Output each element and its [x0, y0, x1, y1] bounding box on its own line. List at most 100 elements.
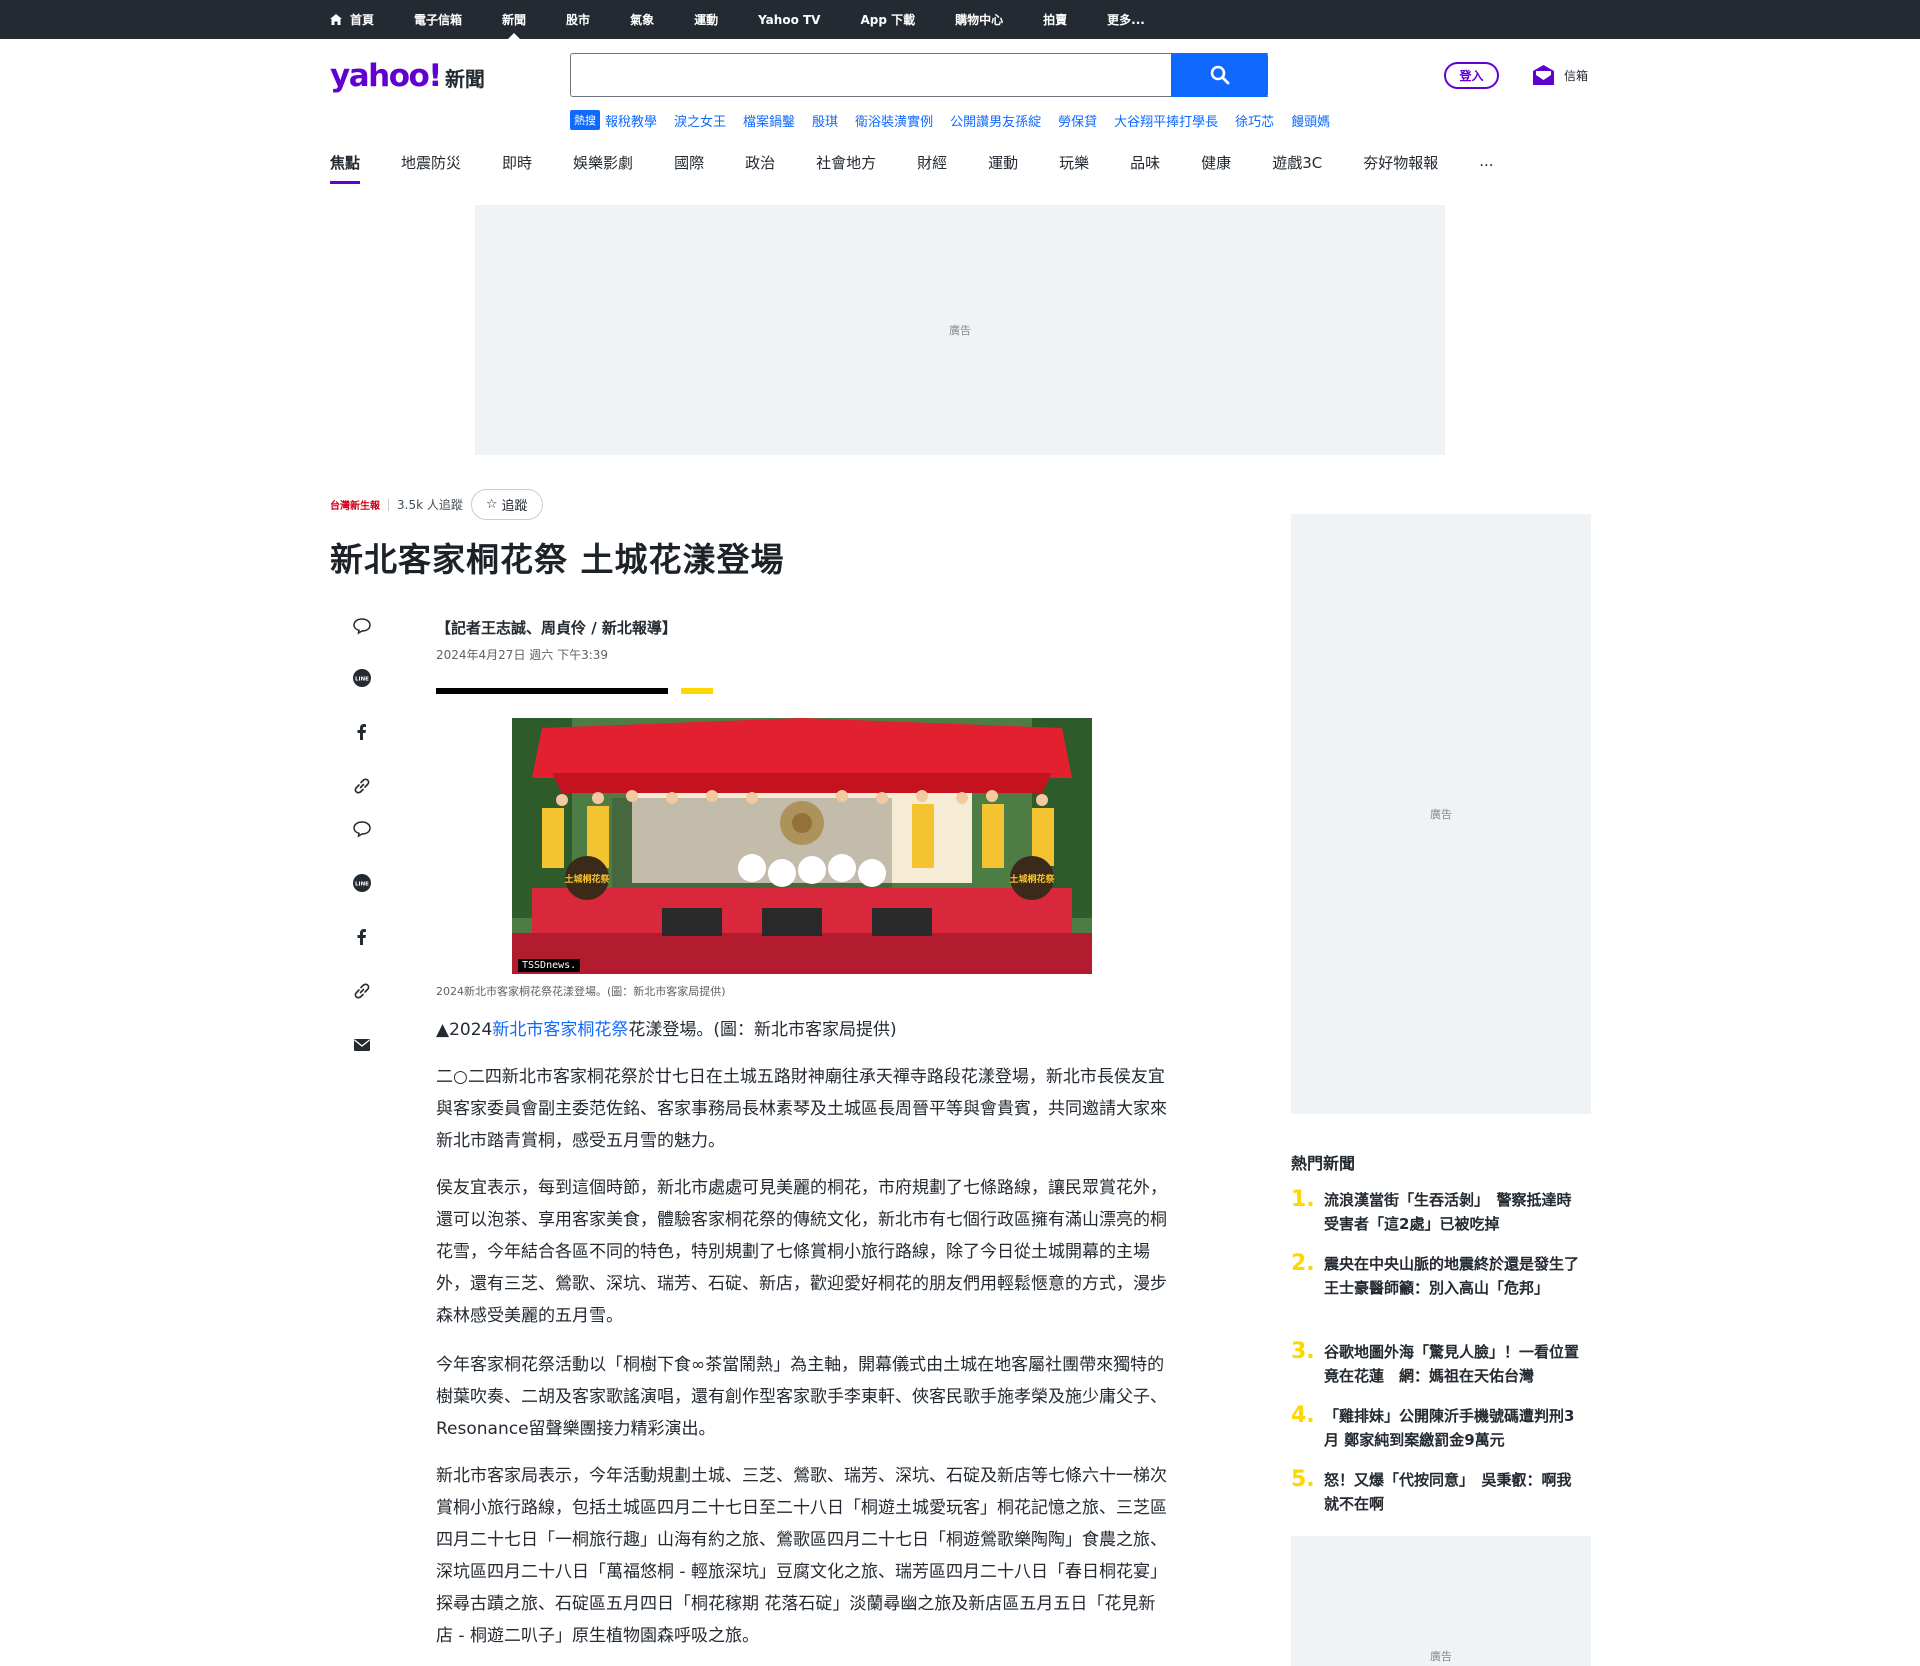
- hot-news-headline: 「雞排妹」公開陳沂手機號碼遭判刑3月 鄭家純到案繳罰金9萬元: [1324, 1407, 1575, 1449]
- hot-news-title: 熱門新聞: [1291, 1154, 1356, 1173]
- follow-label: 追蹤: [501, 499, 528, 514]
- top-bar: 首頁 電子信箱 新聞 股市 氣象 運動 Yahoo TV App 下載 購物中心…: [0, 0, 1920, 39]
- trending-link[interactable]: 饅頭媽: [1291, 111, 1330, 130]
- trending-link[interactable]: 報稅教學: [605, 111, 657, 130]
- ad-sidebar[interactable]: 廣告: [1291, 514, 1591, 1114]
- topnav-app-download[interactable]: App 下載: [860, 0, 915, 39]
- category-taste[interactable]: 品味: [1130, 152, 1160, 184]
- trending-link[interactable]: 衛浴裝潢實例: [855, 111, 933, 130]
- ad-sidebar-bottom[interactable]: 廣告: [1291, 1536, 1591, 1666]
- category-focus[interactable]: 焦點: [330, 152, 361, 184]
- lead-link[interactable]: 新北市客家桐花祭: [492, 1020, 628, 1040]
- hot-news-item[interactable]: 3. 谷歌地圖外海「驚見人臉」！一看位置竟在花蓮 網：媽祖在天佑台灣: [1291, 1340, 1591, 1388]
- line-icon: LINE: [353, 874, 371, 892]
- yahoo-news-logo[interactable]: yahoo! 新聞: [330, 58, 485, 94]
- photo-sign-left: 土城桐花祭: [564, 873, 610, 885]
- copy-link-button[interactable]: [345, 769, 379, 803]
- facebook-share-button[interactable]: [345, 715, 379, 749]
- comment-button[interactable]: [345, 812, 379, 846]
- follower-count: 3.5k 人追蹤: [397, 498, 463, 512]
- hot-news-headline: 震央在中央山脈的地震終於還是發生了 王士豪醫師籲：別入高山「危邦」: [1324, 1255, 1595, 1297]
- logo-sub: 新聞: [444, 67, 485, 91]
- trending-link[interactable]: 檔案鍋鑿: [743, 111, 795, 130]
- category-society[interactable]: 社會地方: [816, 152, 876, 184]
- comment-icon: [353, 821, 371, 838]
- article-date: 2024年4月27日 週六 下午3:39: [436, 648, 609, 662]
- link-icon: [354, 778, 370, 794]
- hot-news-rank: 5.: [1291, 1467, 1315, 1492]
- trending-link[interactable]: 大谷翔平捧打學長: [1114, 111, 1218, 130]
- email-share-button[interactable]: [345, 1028, 379, 1062]
- topnav-yahoo-tv[interactable]: Yahoo TV: [758, 0, 820, 39]
- topnav-stocks[interactable]: 股市: [566, 0, 590, 39]
- trending-link[interactable]: 徐巧芯: [1235, 111, 1274, 130]
- trending-link[interactable]: 淚之女王: [674, 111, 726, 130]
- facebook-icon: [357, 724, 366, 740]
- hot-news-rank: 2.: [1291, 1251, 1315, 1276]
- line-icon: LINE: [353, 669, 371, 687]
- topnav-sports[interactable]: 運動: [694, 0, 718, 39]
- ad-banner-top[interactable]: 廣告: [475, 205, 1445, 455]
- hot-news-item[interactable]: 1. 流浪漢當街「生吞活剝」 警察抵達時受害者「這2處」已被吃掉: [1291, 1188, 1591, 1236]
- trending-link[interactable]: 勞保貸: [1058, 111, 1097, 130]
- trending-link[interactable]: 公開讚男友孫綻: [950, 111, 1041, 130]
- comment-button[interactable]: [345, 609, 379, 643]
- category-earthquake[interactable]: 地震防災: [401, 152, 461, 184]
- search-icon: [1210, 65, 1229, 85]
- link-icon: [354, 983, 370, 999]
- mail-link[interactable]: 信箱: [1531, 63, 1588, 87]
- star-icon: ☆: [485, 497, 498, 512]
- hot-news-headline: 流浪漢當街「生吞活剝」 警察抵達時受害者「這2處」已被吃掉: [1324, 1191, 1572, 1233]
- hot-news-rank: 1.: [1291, 1187, 1315, 1212]
- topnav-weather[interactable]: 氣象: [630, 0, 654, 39]
- facebook-share-button[interactable]: [345, 920, 379, 954]
- line-share-button[interactable]: LINE: [345, 661, 379, 695]
- category-health[interactable]: 健康: [1201, 152, 1231, 184]
- mail-label: 信箱: [1564, 68, 1589, 83]
- topnav-mail[interactable]: 電子信箱: [414, 0, 462, 39]
- ad-label: 廣告: [1430, 1650, 1452, 1663]
- category-nav: 焦點 地震防災 即時 娛樂影劇 國際 政治 社會地方 財經 運動 玩樂 品味 健…: [330, 152, 1535, 184]
- follow-button[interactable]: ☆ 追蹤: [470, 489, 543, 520]
- copy-link-button[interactable]: [345, 974, 379, 1008]
- trending-link[interactable]: 殷琪: [812, 111, 838, 130]
- category-international[interactable]: 國際: [674, 152, 704, 184]
- category-games-3c[interactable]: 遊戲3C: [1272, 152, 1322, 184]
- category-shopping-news[interactable]: 夯好物報報: [1363, 152, 1438, 184]
- category-politics[interactable]: 政治: [745, 152, 775, 184]
- topnav-news[interactable]: 新聞: [502, 0, 526, 39]
- hot-news-item[interactable]: 5. 怒！又爆「代按同意」 吳秉叡：啊我就不在啊: [1291, 1468, 1591, 1516]
- email-icon: [354, 1039, 370, 1051]
- search-input[interactable]: [571, 54, 1268, 96]
- category-entertainment[interactable]: 娛樂影劇: [573, 152, 633, 184]
- lead-suffix: 花漾登場。(圖：新北市客家局提供): [628, 1020, 897, 1040]
- topnav-auction[interactable]: 拍賣: [1043, 0, 1067, 39]
- line-share-button[interactable]: LINE: [345, 866, 379, 900]
- hot-news-item[interactable]: 2. 震央在中央山脈的地震終於還是發生了 王士豪醫師籲：別入高山「危邦」: [1291, 1251, 1595, 1300]
- ad-label: 廣告: [1430, 808, 1452, 821]
- category-instant[interactable]: 即時: [502, 152, 532, 184]
- category-finance[interactable]: 財經: [917, 152, 947, 184]
- article-title: 新北客家桐花祭 土城花漾登場: [330, 540, 785, 579]
- hot-news-item[interactable]: 4. 「雞排妹」公開陳沂手機號碼遭判刑3月 鄭家純到案繳罰金9萬元: [1291, 1404, 1591, 1452]
- topnav-home[interactable]: 首頁: [330, 0, 374, 39]
- top-nav: 首頁 電子信箱 新聞 股市 氣象 運動 Yahoo TV App 下載 購物中心…: [330, 0, 1185, 39]
- facebook-icon: [357, 929, 366, 945]
- divider: [388, 498, 389, 511]
- ad-label: 廣告: [949, 324, 971, 337]
- svg-text:LINE: LINE: [355, 882, 369, 888]
- hot-news-headline: 怒！又爆「代按同意」 吳秉叡：啊我就不在啊: [1324, 1471, 1572, 1513]
- search-button[interactable]: [1171, 53, 1268, 97]
- hot-news-rank: 4.: [1291, 1403, 1315, 1428]
- photo-sign-right: 土城桐花祭: [1009, 873, 1055, 885]
- login-button[interactable]: 登入: [1444, 62, 1499, 89]
- hot-news-rank: 3.: [1291, 1339, 1315, 1364]
- topnav-more[interactable]: 更多...: [1107, 0, 1145, 39]
- category-leisure[interactable]: 玩樂: [1059, 152, 1089, 184]
- article-photo[interactable]: 土城桐花祭 土城桐花祭 TSSDnews.: [512, 718, 1092, 974]
- source-logo[interactable]: 台灣新生報: [330, 497, 380, 512]
- article-paragraph: 今年客家桐花祭活動以「桐樹下食∞茶當鬧熱」為主軸，開幕儀式由土城在地客屬社團帶來…: [436, 1355, 1167, 1439]
- topnav-shopping[interactable]: 購物中心: [955, 0, 1003, 39]
- category-more[interactable]: ...: [1479, 152, 1493, 184]
- category-sports[interactable]: 運動: [988, 152, 1018, 184]
